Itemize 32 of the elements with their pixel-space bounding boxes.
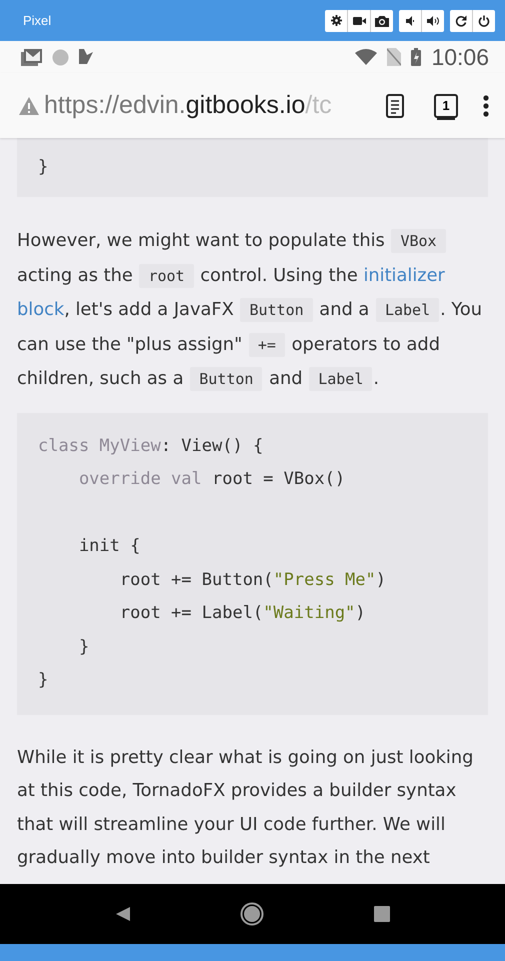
url-field[interactable]: https://edvin.gitbooks.io/tc: [44, 91, 332, 120]
camera-icon: [375, 14, 389, 26]
settings-icon: [330, 15, 342, 26]
home-icon[interactable]: [240, 902, 264, 926]
code-line: init {: [78, 535, 140, 558]
paragraph: While it is pretty clear what is going on just looking at this code, TornadoFX provides a builder syntax that will streamline your UI code further. We will gradually move into builder syntax in the next: [17, 746, 474, 870]
recents-icon[interactable]: [374, 906, 390, 922]
video-camera-icon: [352, 16, 366, 26]
back-icon[interactable]: [114, 906, 131, 922]
circle-icon: [52, 48, 69, 66]
code-line: root += Label("Waiting"): [118, 602, 366, 625]
code-line: class MyView: View() {: [38, 434, 264, 458]
wifi-icon: [355, 49, 378, 65]
clock: 10:06: [431, 44, 489, 70]
code-line: }: [78, 636, 90, 658]
battery-icon: [411, 48, 422, 66]
tab-count-button[interactable]: 1: [434, 94, 458, 118]
code-line: override val root = VBox(): [78, 468, 346, 491]
paragraph: However, we might want to populate this VBox acting as the root control. Using the initializer block, let's add a JavaFX Button and a Label . You can use the "plus assign" += operators to add children, such as a Button and Label .: [17, 228, 484, 393]
code-line: root += Button("Press Me"): [118, 568, 386, 592]
code-block: }: [17, 138, 488, 197]
device-name: Pixel: [23, 13, 52, 28]
volume-up-icon: [426, 16, 440, 26]
volume-down-icon: [406, 16, 414, 26]
warning-icon: [19, 96, 39, 114]
mail-icon: [21, 48, 42, 66]
code-line: }: [38, 669, 48, 692]
power-icon: [478, 14, 490, 26]
menu-icon[interactable]: [483, 94, 489, 116]
no-sim-icon: [387, 48, 402, 66]
rotate-icon: [455, 14, 467, 26]
reader-mode-icon[interactable]: [386, 94, 404, 118]
